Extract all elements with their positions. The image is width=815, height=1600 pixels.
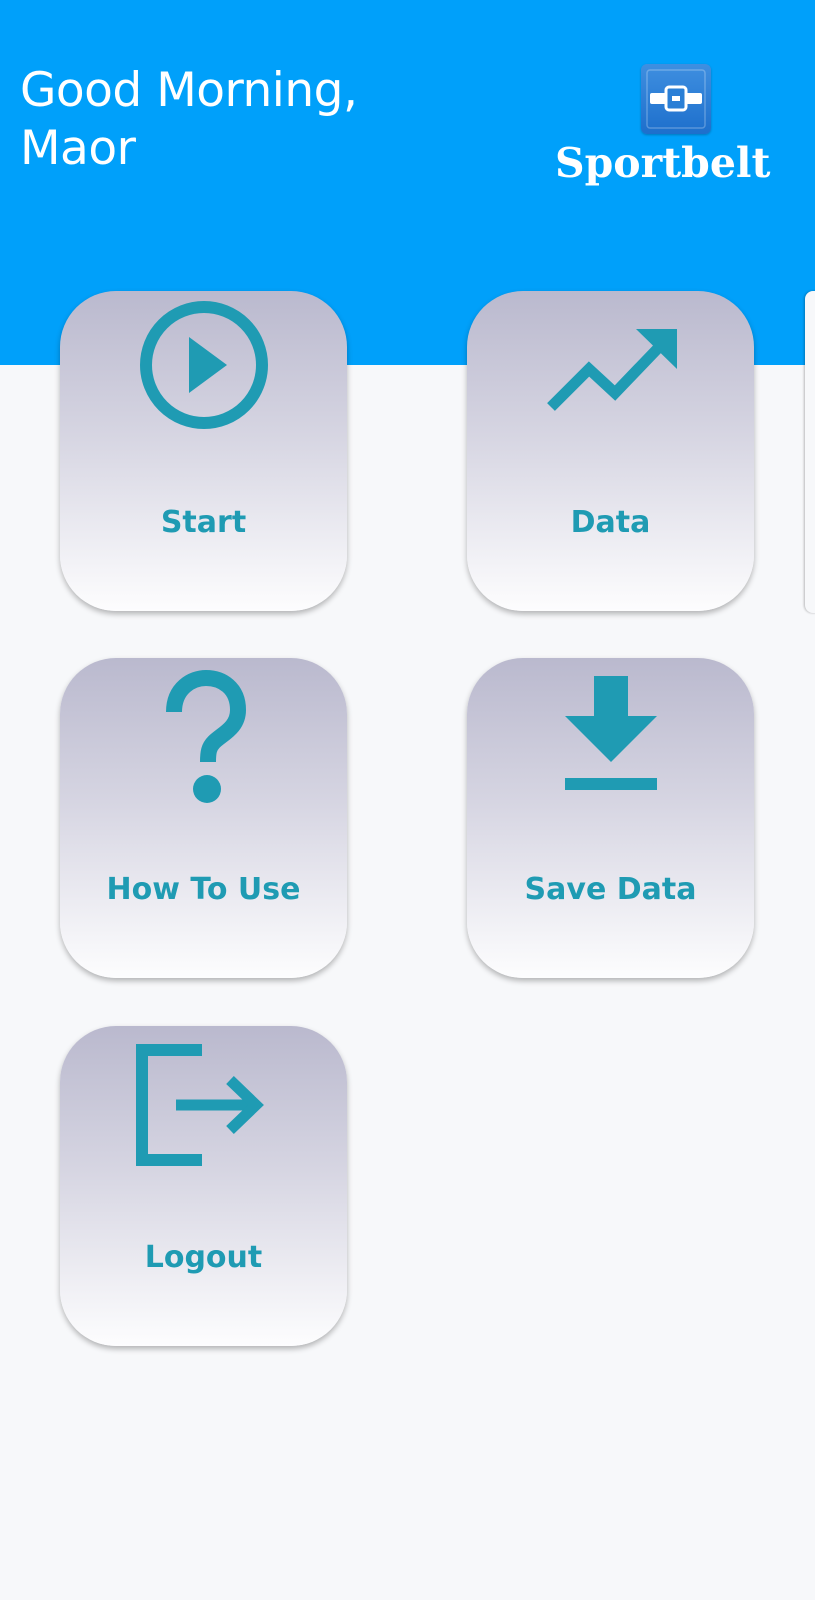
logout-label: Logout [144, 1240, 263, 1275]
start-button[interactable]: Start [60, 291, 347, 611]
how-to-use-label: How To Use [106, 872, 301, 907]
download-icon [467, 658, 754, 858]
side-drawer-handle[interactable] [805, 291, 815, 613]
logout-button[interactable]: Logout [60, 1026, 347, 1346]
save-data-button[interactable]: Save Data [467, 658, 754, 978]
save-data-label: Save Data [524, 872, 697, 907]
greeting-line-2: Maor [20, 121, 136, 176]
data-label: Data [570, 505, 651, 540]
sportbelt-logo-icon [641, 64, 711, 134]
brand-name: Sportbelt [555, 139, 771, 187]
logout-icon [60, 1026, 347, 1226]
data-button[interactable]: Data [467, 291, 754, 611]
start-label: Start [160, 505, 247, 540]
greeting-line-1: Good Morning, [20, 63, 358, 118]
trending-up-icon [467, 291, 754, 491]
play-circle-icon [60, 291, 347, 491]
question-mark-icon [60, 658, 347, 858]
brand: Sportbelt [555, 64, 795, 204]
how-to-use-button[interactable]: How To Use [60, 658, 347, 978]
greeting-text: Good Morning, Maor [20, 62, 440, 178]
